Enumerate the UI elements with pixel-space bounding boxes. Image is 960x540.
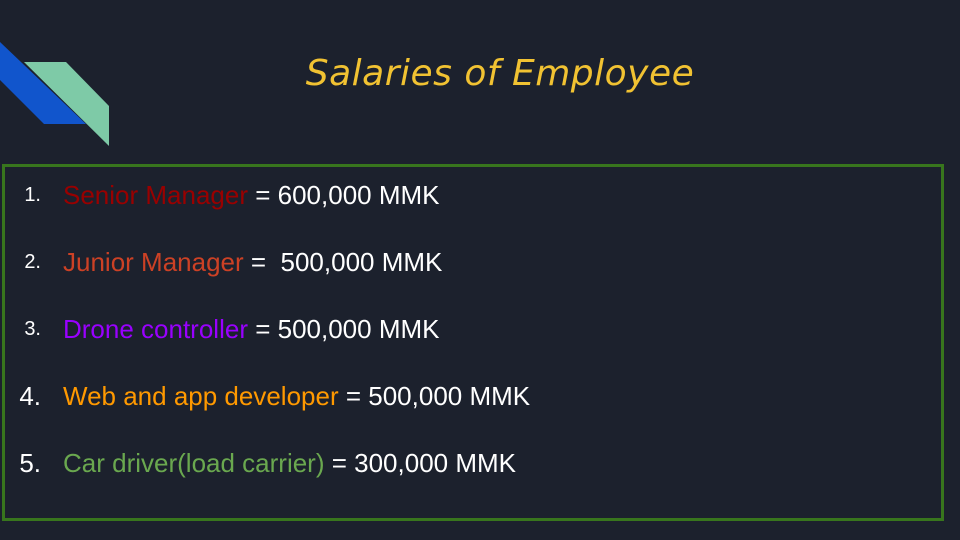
list-number: 2. [24,251,41,273]
list-number: 3. [24,318,41,340]
list-item-text: Senior Manager = 600,000 MMK [63,175,440,215]
role-name: Car driver(load carrier) [63,448,325,478]
salary-value: = 300,000 MMK [324,448,516,478]
slide: Salaries of Employee 1. Senior Manager =… [0,0,960,540]
list-item-text: Drone controller = 500,000 MMK [63,309,439,349]
list-number: 1. [24,184,41,206]
list-number: 5. [19,448,41,478]
role-name: Senior Manager [63,180,248,210]
list-item-text: Junior Manager = 500,000 MMK [63,242,442,282]
salary-list-box: 1. Senior Manager = 600,000 MMK 2. Junio… [2,164,944,521]
list-number: 4. [19,381,41,411]
salary-value: = 500,000 MMK [243,247,443,277]
salary-value: = 500,000 MMK [338,381,531,411]
role-name: Junior Manager [63,247,244,277]
salary-value: = 600,000 MMK [248,180,440,210]
slide-title: Salaries of Employee [305,53,695,94]
role-name: Web and app developer [63,381,339,411]
decorative-logo [0,42,109,146]
role-name: Drone controller [63,314,248,344]
list-item-text: Web and app developer = 500,000 MMK [63,376,530,416]
salary-value: = 500,000 MMK [247,314,440,344]
list-item-text: Car driver(load carrier) = 300,000 MMK [63,443,516,483]
